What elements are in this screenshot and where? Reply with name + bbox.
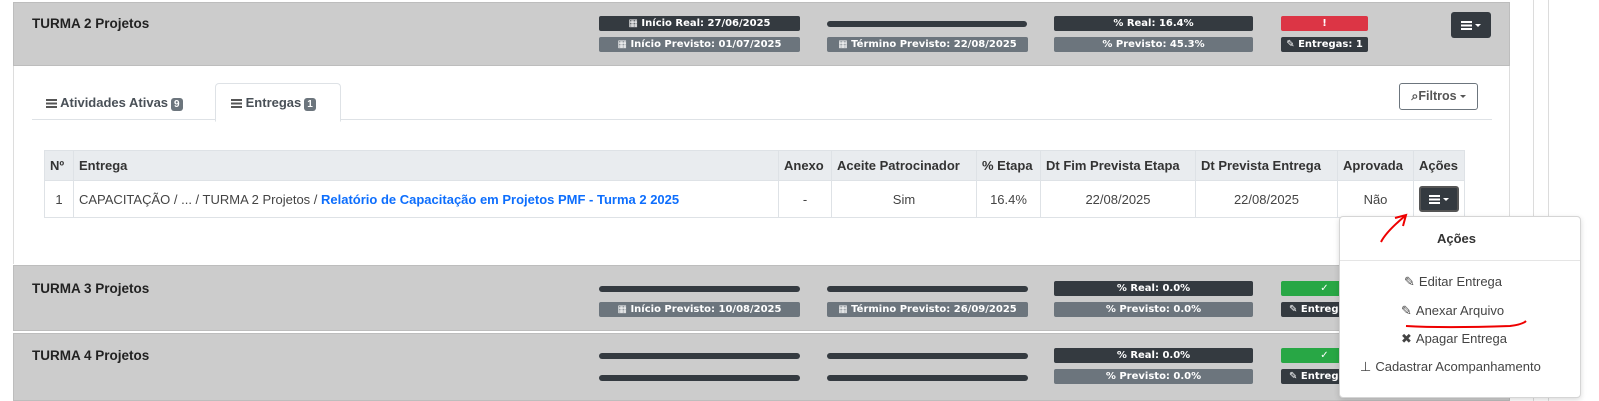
- deliveries-table: Nº Entrega Anexo Aceite Patrocinador % E…: [44, 150, 1465, 218]
- exclamation-circle-icon: !: [1322, 18, 1327, 29]
- paperclip-icon: ✎: [1286, 39, 1299, 50]
- chevron-down-icon: [1475, 24, 1481, 28]
- list-icon: [46, 99, 57, 109]
- chevron-down-icon: [1443, 198, 1449, 202]
- cell-acoes: [1413, 180, 1465, 218]
- cell-num: 1: [44, 180, 74, 218]
- col-header-dt-entrega: Dt Prevista Entrega: [1195, 150, 1338, 181]
- row-actions-button[interactable]: [1419, 186, 1459, 212]
- project-title: TURMA 4 Projetos: [32, 348, 150, 363]
- annotation-arrow: [1380, 213, 1408, 243]
- paperclip-icon: ✎: [1401, 303, 1412, 318]
- col-header-etapa: % Etapa: [976, 150, 1041, 181]
- cell-aceite: Sim: [831, 180, 977, 218]
- tab-entregas[interactable]: Entregas 1: [215, 83, 341, 122]
- project-title: TURMA 2 Projetos: [32, 16, 150, 31]
- percent-planned-badge: % Previsto: 45.3%: [1054, 37, 1253, 52]
- check-circle-icon: ✓: [1320, 350, 1329, 361]
- percent-real-badge: % Real: 0.0%: [1054, 348, 1253, 363]
- list-icon: [1429, 195, 1440, 205]
- start-planned-badge: ▦ Início Previsto: 01/07/2025: [599, 37, 800, 52]
- percent-real-badge: % Real: 16.4%: [1054, 16, 1253, 31]
- cell-etapa: 16.4%: [976, 180, 1041, 218]
- start-real-badge: ▦ Início Real: 27/06/2025: [599, 16, 800, 31]
- tab-count-badge: 9: [171, 98, 183, 111]
- tab-atividades-ativas[interactable]: Atividades Ativas 9: [46, 95, 183, 111]
- project-title: TURMA 3 Projetos: [32, 281, 150, 296]
- project-panel-turma-4[interactable]: TURMA 4 Projetos: [13, 333, 1510, 401]
- cell-dt-entrega: 22/08/2025: [1195, 180, 1338, 218]
- table-header-row: Nº Entrega Anexo Aceite Patrocinador % E…: [44, 150, 1465, 181]
- list-icon: [231, 99, 242, 109]
- col-header-dt-fim: Dt Fim Prevista Etapa: [1040, 150, 1196, 181]
- col-header-num: Nº: [44, 150, 74, 181]
- project-panel-turma-3[interactable]: TURMA 3 Projetos: [13, 265, 1510, 331]
- progress-bar: [599, 353, 800, 359]
- table-row: 1 CAPACITAÇÃO / ... / TURMA 2 Projetos /…: [44, 180, 1465, 218]
- menu-item-anexar-arquivo[interactable]: ✎ Anexar Arquivo: [1401, 303, 1504, 319]
- menu-item-apagar-entrega[interactable]: ✖ Apagar Entrega: [1401, 331, 1507, 347]
- tab-count-badge: 1: [304, 98, 316, 111]
- dropdown-divider: [1340, 260, 1580, 261]
- percent-planned-badge: % Previsto: 0.0%: [1054, 302, 1253, 317]
- status-alert-badge: !: [1281, 16, 1368, 31]
- progress-bar: [827, 375, 1028, 381]
- thumbtack-icon: ⊥: [1360, 359, 1372, 374]
- progress-bar: [827, 353, 1028, 359]
- col-header-entrega: Entrega: [73, 150, 779, 181]
- chevron-down-icon: [1459, 95, 1466, 99]
- calendar-icon: ▦: [838, 39, 852, 50]
- cell-anexo: -: [778, 180, 832, 218]
- end-planned-badge: ▦ Término Previsto: 26/09/2025: [827, 302, 1028, 317]
- percent-real-badge: % Real: 0.0%: [1054, 281, 1253, 296]
- calendar-icon: ▦: [628, 18, 642, 29]
- deliveries-count-badge: ✎ Entregas: 1: [1281, 37, 1368, 52]
- times-icon: ✖: [1401, 331, 1412, 346]
- end-planned-badge: ▦ Término Previsto: 22/08/2025: [827, 37, 1028, 52]
- col-header-acoes: Ações: [1413, 150, 1465, 181]
- progress-bar: [827, 21, 1027, 27]
- menu-item-cadastrar-acompanhamento[interactable]: ⊥ Cadastrar Acompanhamento: [1360, 359, 1541, 375]
- project-panel-turma-2[interactable]: TURMA 2 Projetos: [13, 2, 1510, 66]
- edit-icon: ✎: [1404, 274, 1415, 289]
- calendar-icon: ▦: [838, 304, 852, 315]
- start-planned-badge: ▦ Início Previsto: 10/08/2025: [599, 302, 800, 317]
- menu-item-editar-entrega[interactable]: ✎ Editar Entrega: [1404, 274, 1502, 290]
- filters-button[interactable]: ⌕Filtros: [1399, 83, 1478, 110]
- percent-planned-badge: % Previsto: 0.0%: [1054, 369, 1253, 384]
- project-actions-button[interactable]: [1451, 12, 1491, 38]
- calendar-icon: ▦: [617, 39, 631, 50]
- progress-bar: [827, 286, 1028, 292]
- check-circle-icon: ✓: [1320, 283, 1329, 294]
- cell-entrega: CAPACITAÇÃO / ... / TURMA 2 Projetos / R…: [73, 180, 779, 218]
- dropdown-header: Ações: [1437, 231, 1477, 246]
- cell-dt-fim: 22/08/2025: [1040, 180, 1196, 218]
- col-header-aceite: Aceite Patrocinador: [831, 150, 977, 181]
- list-icon: [1461, 21, 1472, 31]
- annotation-underline: [1405, 320, 1527, 329]
- progress-bar: [599, 286, 800, 292]
- entrega-path: CAPACITAÇÃO / ... / TURMA 2 Projetos /: [79, 191, 322, 207]
- col-header-aprovada: Aprovada: [1337, 150, 1414, 181]
- progress-bar: [599, 375, 800, 381]
- paperclip-icon: ✎: [1289, 371, 1301, 382]
- calendar-icon: ▦: [617, 304, 631, 315]
- paperclip-icon: ✎: [1289, 304, 1301, 315]
- entrega-link[interactable]: Relatório de Capacitação em Projetos PMF…: [321, 192, 679, 207]
- col-header-anexo: Anexo: [778, 150, 832, 181]
